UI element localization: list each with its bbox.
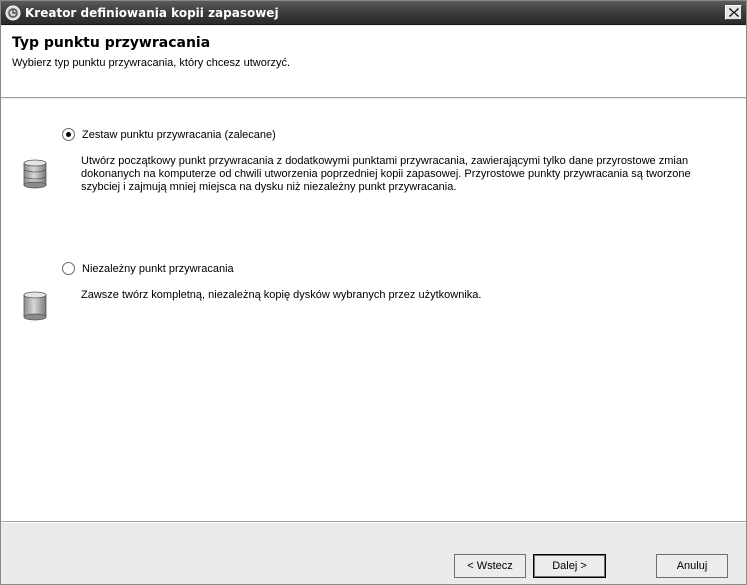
footer-divider (1, 521, 746, 523)
cancel-button[interactable]: Anuluj (656, 554, 728, 578)
database-icon (23, 291, 47, 321)
app-logo-icon (5, 5, 21, 21)
option-incremental-description: Utwórz początkowy punkt przywracania z d… (81, 155, 691, 193)
window-title: Kreator definiowania kopii zapasowej (25, 6, 279, 20)
wizard-content: Zestaw punktu przywracania (zalecane) Ut… (1, 99, 746, 521)
option-independent-radio[interactable]: Niezależny punkt przywracania (62, 262, 234, 275)
option-incremental-label: Zestaw punktu przywracania (zalecane) (82, 128, 276, 141)
radio-button-checked[interactable] (62, 128, 75, 141)
page-title: Typ punktu przywracania (12, 35, 211, 51)
close-icon (729, 8, 739, 17)
option-independent-description: Zawsze twórz kompletną, niezależną kopię… (81, 289, 482, 301)
page-subtitle: Wybierz typ punktu przywracania, który c… (12, 57, 291, 69)
option-incremental-radio[interactable]: Zestaw punktu przywracania (zalecane) (62, 128, 276, 141)
option-independent-label: Niezależny punkt przywracania (82, 262, 234, 275)
wizard-header: Typ punktu przywracania Wybierz typ punk… (1, 26, 746, 98)
back-button[interactable]: < Wstecz (454, 554, 526, 578)
next-button[interactable]: Dalej > (533, 554, 606, 578)
radio-button-unchecked[interactable] (62, 262, 75, 275)
database-stack-icon (23, 159, 47, 189)
title-bar[interactable]: Kreator definiowania kopii zapasowej (1, 1, 746, 25)
close-button[interactable] (725, 5, 742, 20)
wizard-window: Kreator definiowania kopii zapasowej Typ… (0, 0, 747, 585)
